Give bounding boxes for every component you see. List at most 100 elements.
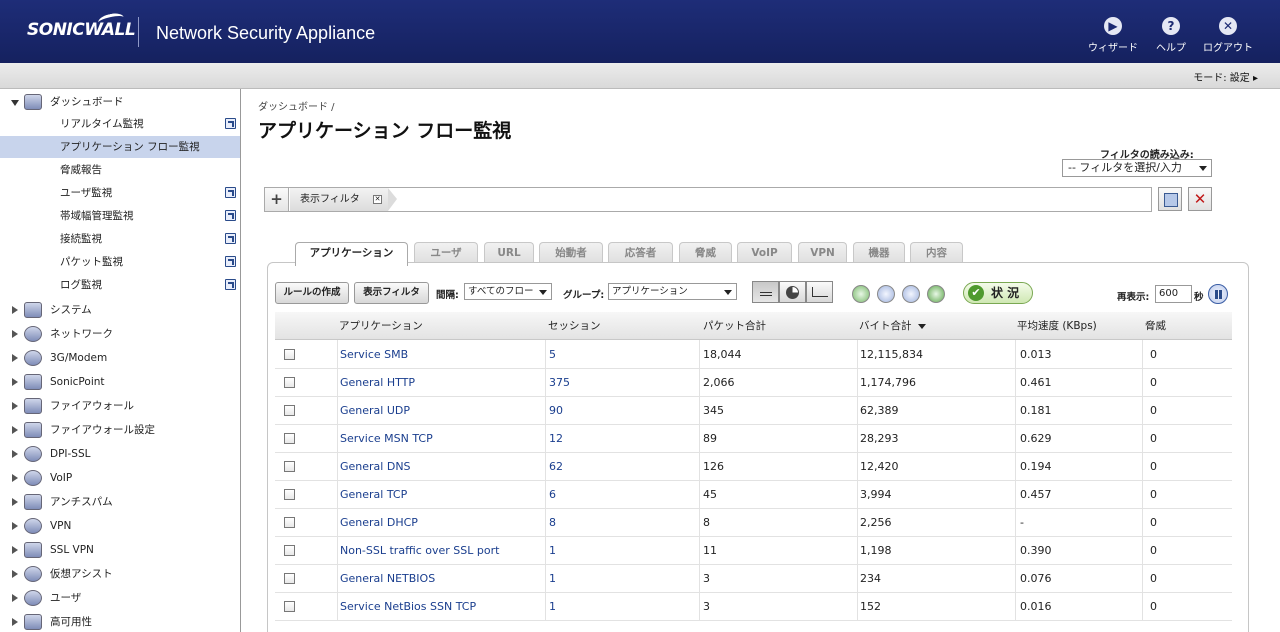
refresh-icon[interactable] [927,285,945,303]
row-checkbox[interactable] [284,405,295,416]
sidebar-subitem-user-monitor[interactable]: ユーザ監視 [0,182,240,204]
cell-application[interactable]: General TCP [340,481,407,508]
table-row[interactable]: General DNS 62 126 12,420 0.194 0 [275,453,1232,481]
tab-content[interactable]: 内容 [910,242,963,264]
graph-view-button[interactable] [806,281,833,303]
wizard-button[interactable]: ▶ ウィザード [1083,17,1143,54]
row-checkbox[interactable] [284,573,295,584]
table-row[interactable]: Service NetBios SSN TCP 1 3 152 0.016 0 [275,593,1232,621]
table-row[interactable]: Service SMB 5 18,044 12,115,834 0.013 0 [275,341,1232,369]
help-button[interactable]: ? ヘルプ [1141,17,1201,54]
column-header-packets[interactable]: パケット合計 [703,312,766,340]
mode-toggle[interactable]: モード: 設定 ▸ [1193,69,1258,84]
row-checkbox[interactable] [284,377,295,388]
cell-application[interactable]: General NETBIOS [340,565,435,592]
sidebar-subitem-appflow[interactable]: アプリケーション フロー監視 [0,136,240,158]
table-row[interactable]: General DHCP 8 8 2,256 - 0 [275,509,1232,537]
cell-sessions[interactable]: 6 [549,481,556,508]
cell-sessions[interactable]: 12 [549,425,563,452]
filter-load-select[interactable]: -- フィルタを選択/入力 [1062,159,1212,177]
cell-sessions[interactable]: 375 [549,369,570,396]
save-filter-button[interactable] [1158,187,1182,211]
cell-application[interactable]: General DNS [340,453,411,480]
table-row[interactable]: Service MSN TCP 12 89 28,293 0.629 0 [275,425,1232,453]
popout-icon[interactable] [225,256,236,267]
tab-url[interactable]: URL [484,242,534,264]
sidebar-item-antispam[interactable]: アンチスパム [0,491,240,513]
sidebar-item-users[interactable]: ユーザ [0,587,240,609]
delete-filter-button[interactable]: ✕ [1188,187,1212,211]
table-row[interactable]: Non-SSL traffic over SSL port 1 11 1,198 0.3… [275,537,1232,565]
cell-application[interactable]: General HTTP [340,369,415,396]
row-checkbox[interactable] [284,517,295,528]
tab-voip[interactable]: VoIP [737,242,792,264]
list-view-button[interactable] [752,281,779,303]
cell-sessions[interactable]: 62 [549,453,563,480]
tab-initiator[interactable]: 始動者 [539,242,603,264]
column-header-application[interactable]: アプリケーション [339,312,423,340]
sidebar-item-firewall[interactable]: ファイアウォール [0,395,240,417]
column-header-rate[interactable]: 平均速度 (KBps) [1017,312,1097,340]
tab-responder[interactable]: 応答者 [608,242,673,264]
sidebar-item-system[interactable]: システム [0,299,240,321]
add-filter-button[interactable]: + [265,188,289,211]
sidebar-subitem-realtime[interactable]: リアルタイム監視 [0,113,240,135]
sidebar-item-high-availability[interactable]: 高可用性 [0,611,240,632]
row-checkbox[interactable] [284,433,295,444]
popout-icon[interactable] [225,210,236,221]
table-row[interactable]: General UDP 90 345 62,389 0.181 0 [275,397,1232,425]
cell-application[interactable]: General DHCP [340,509,418,536]
row-checkbox[interactable] [284,489,295,500]
sidebar-item-virtual-assist[interactable]: 仮想アシスト [0,563,240,585]
cell-application[interactable]: General UDP [340,397,410,424]
sidebar-item-voip[interactable]: VoIP [0,467,240,489]
sidebar-item-vpn[interactable]: VPN [0,515,240,537]
close-icon[interactable]: ✕ [373,195,382,204]
sidebar-subitem-connections[interactable]: 接続監視 [0,228,240,250]
sidebar-subitem-bandwidth[interactable]: 帯域幅管理監視 [0,205,240,227]
filter-tag[interactable]: 表示フィルタ ✕ [290,188,388,211]
sidebar-item-sonicpoint[interactable]: SonicPoint [0,371,240,393]
sidebar-item-dashboard[interactable]: ダッシュボード [0,91,240,113]
refresh-interval-input[interactable]: 600 [1155,285,1192,303]
tab-device[interactable]: 機器 [853,242,905,264]
group-select[interactable]: アプリケーション [608,283,737,300]
cell-sessions[interactable]: 90 [549,397,563,424]
cell-application[interactable]: Service MSN TCP [340,425,433,452]
cell-sessions[interactable]: 8 [549,509,556,536]
table-row[interactable]: General NETBIOS 1 3 234 0.076 0 [275,565,1232,593]
excel-export-icon[interactable] [852,285,870,303]
tools-icon[interactable] [902,285,920,303]
column-header-bytes[interactable]: バイト合計 [859,312,926,340]
logout-button[interactable]: ✕ ログアウト [1198,17,1258,54]
status-button[interactable]: ✔ 状 況 [963,282,1033,304]
sidebar-item-ssl-vpn[interactable]: SSL VPN [0,539,240,561]
popout-icon[interactable] [225,279,236,290]
column-header-threats[interactable]: 脅威 [1145,312,1166,340]
cell-sessions[interactable]: 5 [549,341,556,368]
popout-icon[interactable] [225,118,236,129]
cell-application[interactable]: Service NetBios SSN TCP [340,593,476,620]
sidebar-subitem-packets[interactable]: パケット監視 [0,251,240,273]
row-checkbox[interactable] [284,349,295,360]
tab-application[interactable]: アプリケーション [295,242,408,266]
pause-icon[interactable] [1208,284,1228,304]
cell-sessions[interactable]: 1 [549,537,556,564]
display-filter-button[interactable]: 表示フィルタ [354,282,429,304]
sidebar-item-dpi-ssl[interactable]: DPI-SSL [0,443,240,465]
filter-bar[interactable]: + 表示フィルタ ✕ [264,187,1152,212]
report-icon[interactable] [877,285,895,303]
interval-select[interactable]: すべてのフロー [464,283,552,300]
cell-application[interactable]: Service SMB [340,341,408,368]
sidebar-item-network[interactable]: ネットワーク [0,323,240,345]
cell-sessions[interactable]: 1 [549,565,556,592]
create-rule-button[interactable]: ルールの作成 [275,282,349,304]
cell-sessions[interactable]: 1 [549,593,556,620]
table-row[interactable]: General HTTP 375 2,066 1,174,796 0.461 0 [275,369,1232,397]
popout-icon[interactable] [225,233,236,244]
tab-user[interactable]: ユーザ [414,242,478,264]
tab-threat[interactable]: 脅威 [679,242,732,264]
sidebar-item-3g-modem[interactable]: 3G/Modem [0,347,240,369]
sidebar-subitem-threat-report[interactable]: 脅威報告 [0,159,240,181]
sidebar-subitem-log[interactable]: ログ監視 [0,274,240,296]
